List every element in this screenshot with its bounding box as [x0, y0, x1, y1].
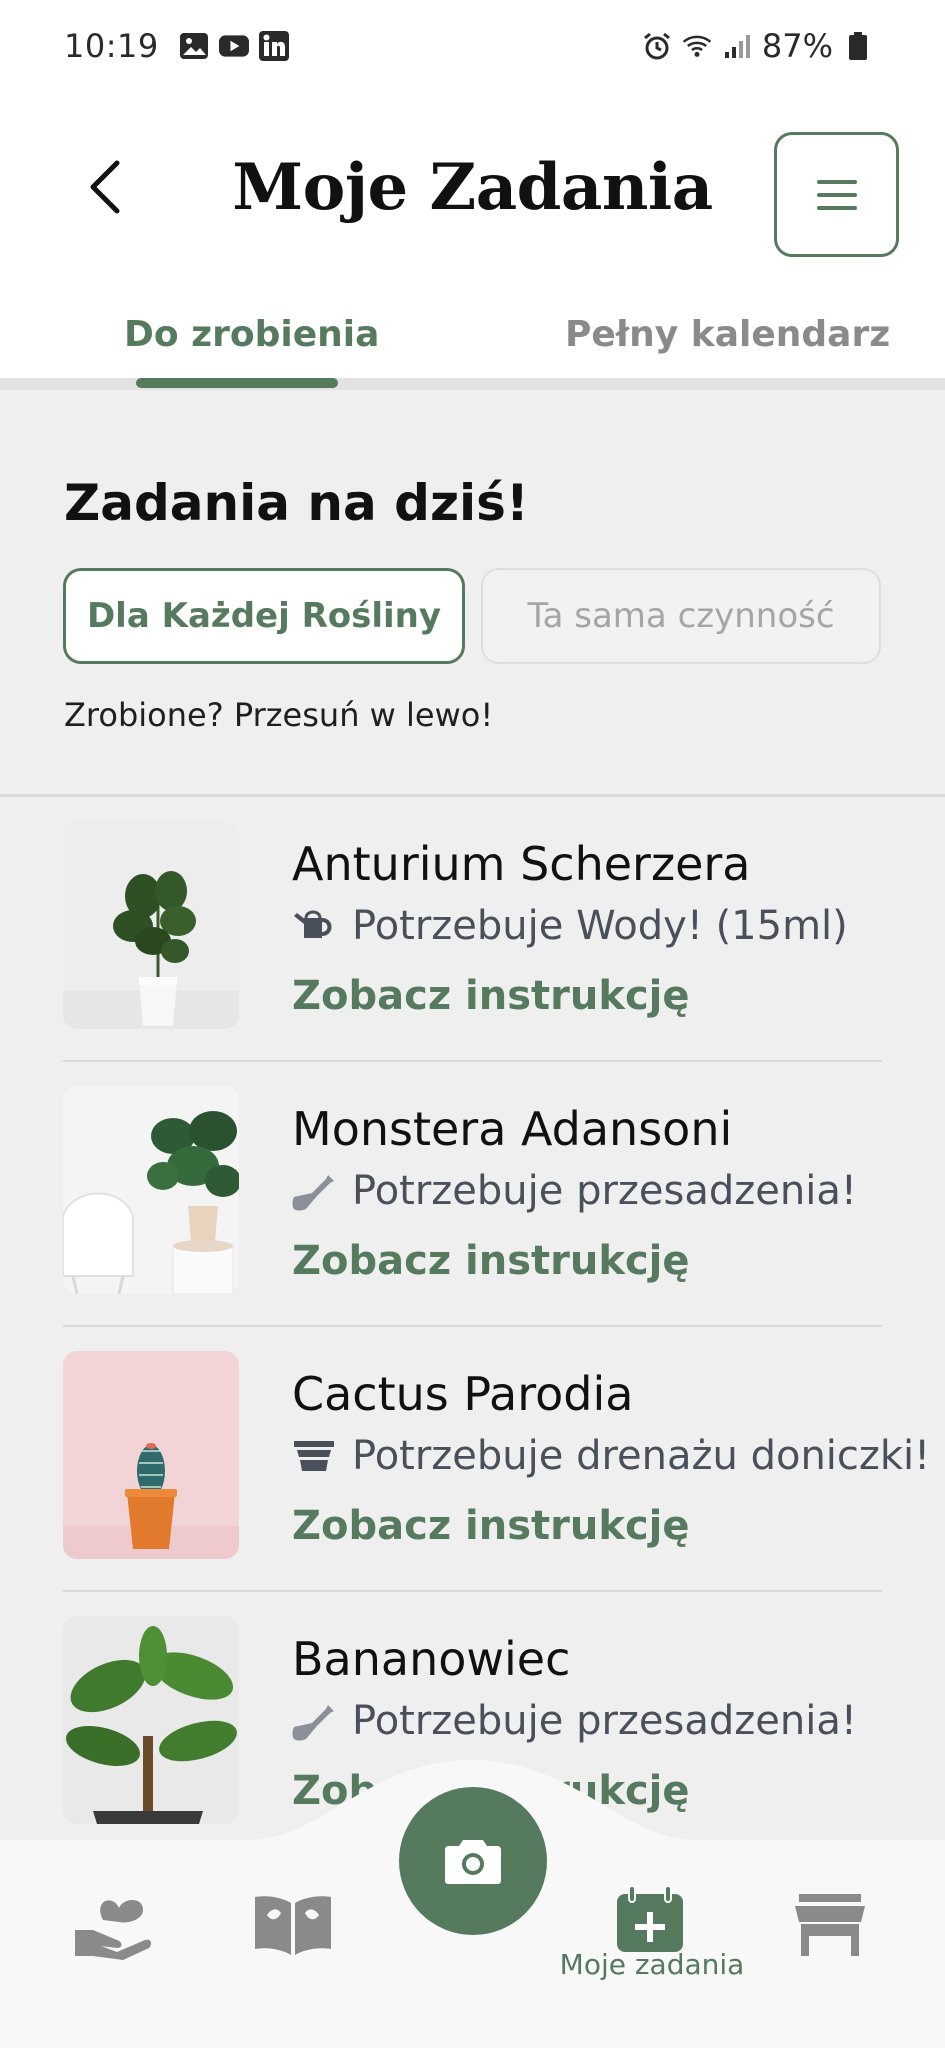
plant-photo: [63, 1086, 239, 1294]
camera-icon: [445, 1840, 501, 1884]
filter-same-activity-button[interactable]: Ta sama czynność: [481, 568, 881, 664]
see-instructions-link[interactable]: Zobacz instrukcję: [292, 1503, 690, 1549]
see-instructions-link[interactable]: Zobacz instrukcję: [292, 1238, 690, 1284]
app-header: Moje Zadania: [0, 92, 945, 292]
section-title: Zadania na dziś!: [64, 474, 529, 532]
task-row[interactable]: Cactus Parodia Potrzebuje drenażu donicz…: [0, 1327, 945, 1592]
pot-drainage-icon: [292, 1436, 336, 1476]
battery-icon: [843, 31, 873, 61]
task-row[interactable]: Anturium Scherzera Potrzebuje Wody! (15m…: [0, 797, 945, 1062]
shop-icon: [795, 1894, 865, 1956]
task-need-text: Potrzebuje przesadzenia!: [352, 1168, 857, 1214]
youtube-icon: [218, 31, 249, 61]
tab-full-calendar[interactable]: Pełny kalendarz: [565, 314, 890, 355]
shovel-icon: [292, 1171, 336, 1211]
plant-photo: [63, 1351, 239, 1559]
linkedin-icon: [258, 31, 289, 61]
task-need: Potrzebuje Wody! (15ml): [292, 903, 848, 949]
shovel-icon: [292, 1701, 336, 1741]
tab-to-do[interactable]: Do zrobienia: [124, 314, 379, 355]
bottom-navigation: Moje zadania: [0, 1740, 945, 2048]
task-need-text: Potrzebuje przesadzenia!: [352, 1698, 857, 1744]
task-need: Potrzebuje przesadzenia!: [292, 1168, 857, 1214]
task-need-text: Potrzebuje Wody! (15ml): [352, 903, 848, 949]
plant-name: Monstera Adansoni: [292, 1102, 733, 1156]
nav-shop[interactable]: [775, 1870, 885, 1980]
task-need: Potrzebuje drenażu doniczki!: [292, 1433, 930, 1479]
wifi-icon: [682, 31, 712, 61]
status-time: 10:19: [64, 27, 159, 65]
watering-can-icon: [292, 906, 336, 946]
filter-each-plant-button[interactable]: Dla Każdej Rośliny: [63, 568, 465, 664]
nav-guides[interactable]: [238, 1870, 348, 1980]
swipe-hint: Zrobione? Przesuń w lewo!: [64, 696, 494, 734]
calendar-plus-icon: [617, 1886, 683, 1952]
nav-my-plants[interactable]: [58, 1870, 168, 1980]
plant-hand-icon: [75, 1900, 152, 1960]
see-instructions-link[interactable]: Zobacz instrukcję: [292, 973, 690, 1019]
camera-button[interactable]: [399, 1787, 547, 1935]
plant-name: Cactus Parodia: [292, 1367, 634, 1421]
active-tab-indicator: [136, 378, 338, 388]
tab-bar: Do zrobienia Pełny kalendarz: [0, 292, 945, 390]
hamburger-icon: [816, 179, 857, 210]
plant-name: Anturium Scherzera: [292, 837, 751, 891]
task-need: Potrzebuje przesadzenia!: [292, 1698, 857, 1744]
status-bar: 10:19 87%: [0, 0, 945, 92]
task-row[interactable]: Monstera Adansoni Potrzebuje przesadzeni…: [0, 1062, 945, 1327]
task-list: Anturium Scherzera Potrzebuje Wody! (15m…: [0, 797, 945, 1842]
signal-icon: [722, 31, 752, 61]
task-need-text: Potrzebuje drenażu doniczki!: [352, 1433, 931, 1479]
plant-photo: [63, 821, 239, 1029]
menu-button[interactable]: [774, 132, 899, 257]
gallery-icon: [179, 31, 209, 61]
battery-level: 87%: [761, 27, 833, 65]
alarm-icon: [642, 31, 672, 61]
plant-name: Bananowiec: [292, 1632, 571, 1686]
nav-my-tasks-label: Moje zadania: [559, 1948, 745, 1981]
book-icon: [255, 1896, 331, 1955]
